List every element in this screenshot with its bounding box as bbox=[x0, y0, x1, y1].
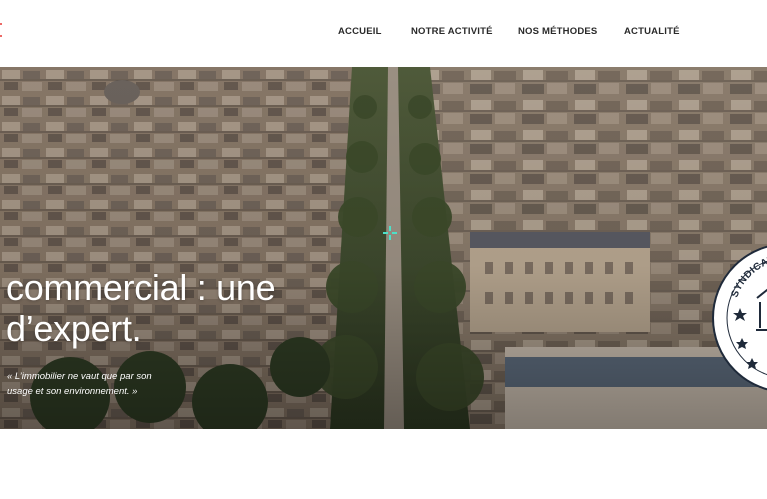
hero-headline-line-2: d’expert. bbox=[6, 308, 142, 349]
site-header: ACCUEIL NOTRE ACTIVITÉ NOS MÉTHODES ACTU… bbox=[0, 0, 767, 67]
main-nav: ACCUEIL NOTRE ACTIVITÉ NOS MÉTHODES ACTU… bbox=[0, 26, 767, 40]
hero-headline-line-1: commercial : une bbox=[6, 267, 276, 308]
hero-quote-line-2: usage et son environnement. » bbox=[7, 386, 138, 397]
nav-nos-methodes[interactable]: NOS MÉTHODES bbox=[518, 26, 597, 37]
crosshair-cursor-icon bbox=[383, 226, 397, 240]
nav-accueil[interactable]: ACCUEIL bbox=[338, 26, 382, 37]
hero-quote-line-1: « L’immobilier ne vaut que par son bbox=[7, 371, 152, 382]
hero-banner: commercial : une d’expert. « L’immobilie… bbox=[0, 67, 767, 429]
nav-actualite[interactable]: ACTUALITÉ bbox=[624, 26, 680, 37]
syndicat-seal-logo[interactable]: SYNDICAT NATION bbox=[712, 238, 767, 398]
below-hero-area bbox=[0, 429, 767, 499]
nav-notre-activite[interactable]: NOTRE ACTIVITÉ bbox=[411, 26, 493, 37]
hero-quote: « L’immobilier ne vaut que par son usage… bbox=[7, 369, 197, 399]
hero-headline: commercial : une d’expert. bbox=[6, 267, 276, 349]
